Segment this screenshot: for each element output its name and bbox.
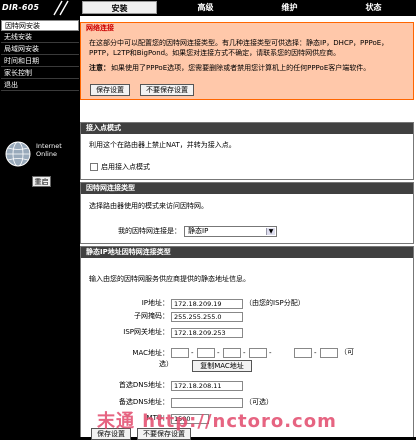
mac-octet-5-input[interactable]	[294, 348, 312, 358]
ip-address-input[interactable]: 172.18.209.19	[171, 299, 243, 309]
subnet-mask-input[interactable]: 255.255.255.0	[171, 312, 243, 322]
connection-type-title: 因特网连接类型	[81, 183, 413, 194]
static-ip-section: 静态IP地址因特网连接类型 输入由您的因特网服务供应商提供的静态地址信息。 IP…	[80, 246, 414, 440]
static-ip-desc: 输入由您的因特网服务供应商提供的静态地址信息。	[89, 275, 250, 283]
primary-dns-input[interactable]: 172.18.208.11	[171, 381, 243, 391]
network-connection-title: 网络连接	[81, 23, 413, 34]
sidebar-item-parental-control[interactable]: 家长控制	[1, 68, 79, 79]
mac-octet-1-input[interactable]	[171, 348, 189, 358]
mac-separator: -	[314, 349, 317, 357]
ip-address-label: IP地址：	[141, 299, 169, 307]
enable-ap-label: 启用接入点模式	[101, 163, 150, 171]
sidebar: 因特网安装 无线安装 局域网安装 时间和日期 家长控制 退出 Internet …	[0, 16, 80, 437]
clone-mac-button[interactable]: 复制MAC地址	[192, 360, 252, 372]
enable-ap-checkbox[interactable]	[90, 163, 98, 171]
online-status-label: Online	[36, 150, 57, 158]
ip-address-note: （由您的ISP分配）	[245, 299, 305, 307]
secondary-dns-label: 备选DNS地址：	[118, 398, 169, 406]
subnet-mask-label: 子网掩码：	[134, 312, 169, 320]
top-navigation-bar: DIR-605 安装 高级 维护 状态	[0, 0, 416, 16]
mac-address-label: MAC地址：	[132, 349, 169, 357]
tab-status[interactable]: 状态	[336, 1, 411, 14]
site-watermark: 末通 http://nctoro.com	[97, 411, 337, 432]
note-text: 如果使用了PPPoE选项，您需要删除或者禁用您计算机上的任何PPPoE客户端软件…	[111, 64, 371, 72]
internet-status-label: Internet	[36, 142, 62, 150]
logo-slashes-icon	[53, 0, 69, 16]
sidebar-item-lan-setup[interactable]: 局域网安装	[1, 44, 79, 55]
network-connection-section: 网络连接 在这部分中可以配置您的因特网连接类型。有几种连接类型可供选择：静态IP…	[80, 22, 414, 100]
save-settings-button-top[interactable]: 保存设置	[90, 84, 130, 96]
mac-octet-3-input[interactable]	[223, 348, 241, 358]
sidebar-item-logout[interactable]: 退出	[1, 80, 79, 91]
network-desc-line2: PPTP，L2TP和BigPond。如果您对连接方式不确定，请联系您的因特网供应…	[89, 49, 341, 57]
sidebar-item-internet-setup[interactable]: 因特网安装	[1, 20, 79, 31]
gateway-label: ISP网关地址：	[123, 328, 169, 336]
access-point-section: 接入点模式 利用这个在路由器上禁止NAT，并转为接入点。 启用接入点模式	[80, 122, 414, 180]
note-label: 注意：	[89, 64, 110, 72]
mac-optional-note-tail: 选）	[159, 360, 173, 368]
tab-setup[interactable]: 安装	[82, 1, 157, 14]
connection-type-select[interactable]: 静态IP ▼	[184, 226, 277, 237]
internet-globe-icon	[5, 141, 31, 167]
primary-dns-label: 首选DNS地址：	[118, 381, 169, 389]
static-ip-title: 静态IP地址因特网连接类型	[81, 247, 413, 258]
mac-separator: -	[191, 349, 194, 357]
network-desc-line1: 在这部分中可以配置您的因特网连接类型。有几种连接类型可供选择：静态IP，DHCP…	[89, 39, 389, 47]
gateway-input[interactable]: 172.18.209.253	[171, 328, 243, 338]
sidebar-item-time-date[interactable]: 时间和日期	[1, 56, 79, 67]
chevron-down-icon: ▼	[266, 228, 275, 235]
access-point-desc: 利用这个在路由器上禁止NAT，并转为接入点。	[89, 141, 236, 149]
tab-advanced[interactable]: 高级	[168, 1, 243, 14]
secondary-dns-note: （可选）	[245, 398, 273, 406]
connection-type-selected: 静态IP	[188, 227, 209, 235]
mac-optional-note: （可	[340, 348, 354, 356]
connection-type-desc: 选择路由器使用的模式来访问因特网。	[89, 202, 208, 210]
connection-type-label: 我的因特网连接是：	[118, 227, 181, 235]
sidebar-item-wireless-setup[interactable]: 无线安装	[1, 32, 79, 43]
mac-separator: -	[269, 349, 272, 357]
mac-separator: -	[217, 349, 220, 357]
mac-separator: -	[243, 349, 246, 357]
connection-type-section: 因特网连接类型 选择路由器使用的模式来访问因特网。 我的因特网连接是： 静态IP…	[80, 182, 414, 244]
dont-save-button-top[interactable]: 不要保存设置	[140, 84, 194, 96]
mac-octet-4-input[interactable]	[249, 348, 267, 358]
main-content: 网络连接 在这部分中可以配置您的因特网连接类型。有几种连接类型可供选择：静态IP…	[80, 16, 416, 440]
mac-octet-6-input[interactable]	[320, 348, 338, 358]
mac-octet-2-input[interactable]	[197, 348, 215, 358]
access-point-title: 接入点模式	[81, 123, 413, 134]
tab-maintenance[interactable]: 维护	[252, 1, 327, 14]
secondary-dns-input[interactable]	[171, 398, 243, 408]
device-model-logo: DIR-605	[2, 3, 40, 12]
reboot-button[interactable]: 重启	[32, 176, 51, 187]
